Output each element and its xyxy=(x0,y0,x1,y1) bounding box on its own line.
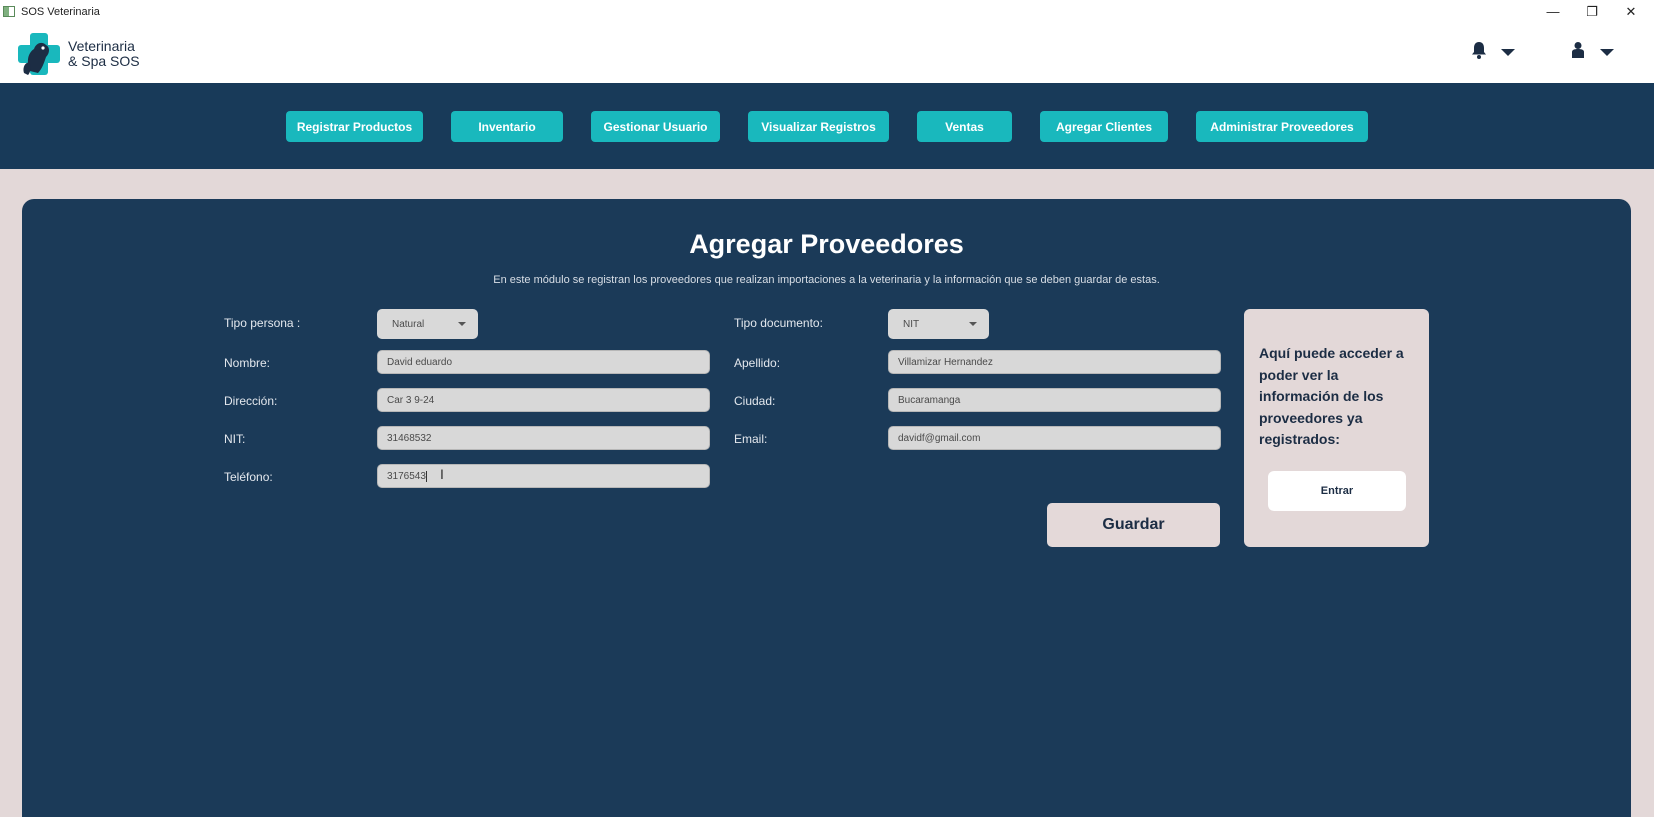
page-title: Agregar Proveedores xyxy=(689,229,964,259)
ibeam-cursor-icon: I xyxy=(440,466,444,482)
telefono-value: 3176543 xyxy=(387,470,426,482)
tipo-documento-label: Tipo documento: xyxy=(734,316,823,330)
nav-administrar-proveedores[interactable]: Administrar Proveedores xyxy=(1196,111,1368,142)
telefono-label: Teléfono: xyxy=(224,470,273,484)
tipo-persona-label: Tipo persona : xyxy=(224,316,301,330)
tipo-persona-value: Natural xyxy=(392,318,425,330)
logo-icon xyxy=(16,31,62,77)
nombre-label: Nombre: xyxy=(224,356,271,370)
save-button[interactable]: Guardar xyxy=(1047,503,1220,547)
tipo-documento-select[interactable]: NIT xyxy=(888,309,989,339)
main-nav: Registrar Productos Inventario Gestionar… xyxy=(0,83,1654,169)
providers-access-card: Aquí puede acceder a poder ver la inform… xyxy=(1244,309,1429,547)
nit-input[interactable]: 31468532 xyxy=(377,426,710,450)
form-panel: Agregar Proveedores En este módulo se re… xyxy=(22,199,1631,817)
ciudad-label: Ciudad: xyxy=(734,394,776,408)
notifications-menu[interactable] xyxy=(1471,41,1515,64)
logo-line2: & Spa SOS xyxy=(68,53,140,69)
apellido-input[interactable]: Villamizar Hernandez xyxy=(888,350,1221,374)
email-label: Email: xyxy=(734,432,768,446)
direccion-input[interactable]: Car 3 9-24 xyxy=(377,388,710,412)
enter-button[interactable]: Entrar xyxy=(1268,471,1406,511)
ciudad-input[interactable]: Bucaramanga xyxy=(888,388,1221,412)
window-title: SOS Veterinaria xyxy=(21,5,100,18)
direccion-label: Dirección: xyxy=(224,394,278,408)
restore-button[interactable]: ❐ xyxy=(1572,0,1612,23)
user-icon[interactable] xyxy=(1570,41,1586,64)
app-icon xyxy=(3,6,15,17)
apellido-label: Apellido: xyxy=(734,356,781,370)
email-input[interactable]: davidf@gmail.com xyxy=(888,426,1221,450)
logo-text: Veterinaria & Spa SOS xyxy=(68,39,140,69)
nav-ventas[interactable]: Ventas xyxy=(917,111,1012,142)
tipo-documento-value: NIT xyxy=(903,318,920,330)
chevron-down-icon[interactable] xyxy=(1600,49,1614,56)
tipo-persona-select[interactable]: Natural xyxy=(377,309,478,339)
chevron-down-icon[interactable] xyxy=(1501,49,1515,56)
chevron-down-icon xyxy=(458,322,466,326)
page-subtitle: En este módulo se registran los proveedo… xyxy=(493,274,1160,286)
close-button[interactable]: ✕ xyxy=(1611,0,1651,23)
nav-gestionar-usuario[interactable]: Gestionar Usuario xyxy=(591,111,720,142)
text-cursor xyxy=(425,470,427,482)
minimize-button[interactable]: — xyxy=(1533,0,1573,23)
nombre-input[interactable]: David eduardo xyxy=(377,350,710,374)
nav-inventario[interactable]: Inventario xyxy=(451,111,563,142)
nav-registrar-productos[interactable]: Registrar Productos xyxy=(286,111,423,142)
nit-label: NIT: xyxy=(224,432,246,446)
app-header: Veterinaria & Spa SOS xyxy=(0,23,1654,83)
user-menu[interactable] xyxy=(1570,41,1614,64)
logo: Veterinaria & Spa SOS xyxy=(16,31,140,77)
providers-access-text: Aquí puede acceder a poder ver la inform… xyxy=(1259,345,1404,447)
nav-agregar-clientes[interactable]: Agregar Clientes xyxy=(1040,111,1168,142)
telefono-input[interactable]: 3176543 I xyxy=(377,464,710,488)
chevron-down-icon xyxy=(969,322,977,326)
logo-line1: Veterinaria xyxy=(68,38,135,54)
bell-icon[interactable] xyxy=(1471,41,1487,64)
window-titlebar: SOS Veterinaria — ❐ ✕ xyxy=(0,0,1654,23)
nav-visualizar-registros[interactable]: Visualizar Registros xyxy=(748,111,889,142)
